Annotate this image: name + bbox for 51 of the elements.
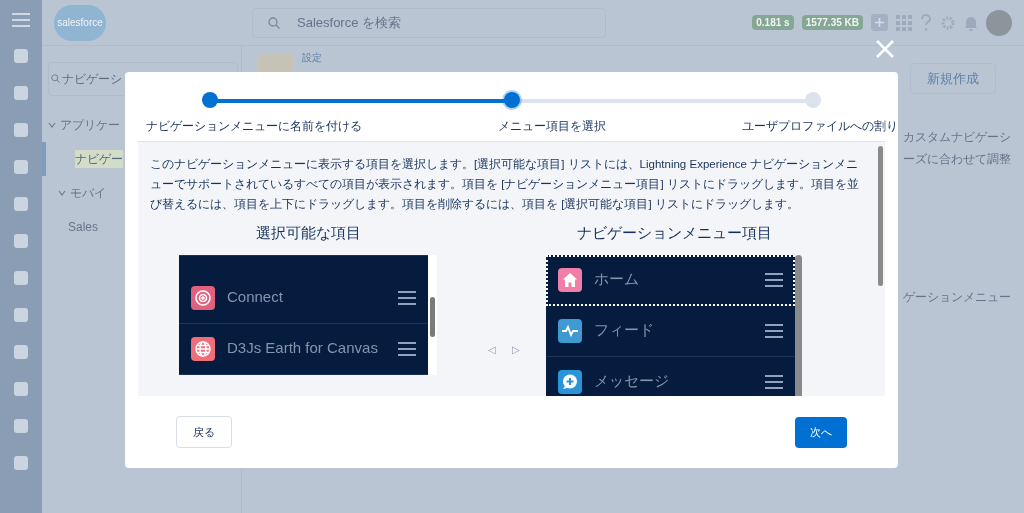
item-label: Connect — [227, 287, 284, 308]
menu-item-row[interactable]: フィード — [546, 305, 795, 357]
item-label: ホーム — [594, 269, 640, 290]
chevron-icon[interactable] — [48, 121, 56, 129]
menu-icon[interactable] — [12, 12, 30, 28]
step-label: ナビゲーションメニューに名前を付ける — [146, 118, 362, 135]
scrollbar-thumb[interactable] — [878, 146, 883, 286]
item-label: メッセージ — [594, 371, 670, 392]
menu-item-row[interactable]: ホーム — [546, 254, 795, 306]
description-text: ゲーションメニュー — [903, 289, 1011, 306]
app-grid-icon[interactable] — [896, 14, 912, 31]
drag-handle-icon[interactable] — [765, 323, 783, 338]
search-field[interactable]: Salesforce を検索 — [252, 7, 606, 38]
menu-item-row[interactable]: メッセージ — [546, 356, 795, 396]
instructions-text: このナビゲーションメニューに表示する項目を選択します。[選択可能な項目] リストには、Lightning Experience ナビゲーションメニューでサポートされているすべての項目が表示されます。項目を [ナビゲーションメニュー項目] リストにドラッグします。項目を並び替えるには、項目を上下にドラッグします。項目を削除するには、項目を [選択可能な項目] リストにドラッグします。 — [149, 157, 860, 213]
tree-item[interactable]: モバイ — [70, 184, 106, 202]
item-label: フィード — [594, 320, 655, 341]
list-heading: 選択可能な項目 — [255, 223, 361, 243]
menu-item-row[interactable]: Connect — [179, 272, 428, 324]
tree-item[interactable]: ナビゲー — [75, 150, 123, 168]
new-button[interactable]: 新規作成 — [910, 63, 996, 94]
logo-text: salesforce — [57, 16, 103, 30]
breadcrumb[interactable]: 設定 — [302, 50, 322, 65]
drag-handle-icon[interactable] — [765, 374, 783, 389]
step-label: メニュー項目を選択 — [498, 118, 606, 135]
description-text: ーズに合わせて調整 — [903, 151, 1011, 168]
search-icon — [268, 16, 280, 29]
add-icon[interactable] — [871, 14, 888, 31]
search-icon — [51, 74, 60, 83]
drag-handle-icon[interactable] — [398, 290, 416, 305]
close-icon[interactable] — [876, 40, 894, 58]
avatar[interactable] — [986, 9, 1012, 36]
menu-item-row[interactable]: D3Js Earth for Canvas — [179, 323, 428, 375]
bell-icon[interactable] — [964, 14, 978, 31]
perf-badge: 1577.35 KB — [801, 15, 863, 30]
chevron-icon[interactable] — [58, 189, 66, 197]
scrollbar-thumb[interactable] — [430, 296, 435, 337]
tree-item[interactable]: アプリケー — [60, 116, 120, 134]
step-label: ユーザプロファイルへの割り — [742, 118, 898, 135]
setup-icon-tile — [258, 54, 294, 72]
perf-badge: 0.181 s — [752, 15, 794, 30]
next-button[interactable]: 次へ — [795, 416, 847, 448]
drag-handle-icon[interactable] — [398, 341, 416, 356]
scrollbar-thumb[interactable] — [795, 254, 802, 396]
back-button[interactable]: 戻る — [176, 416, 232, 448]
description-text: カスタムナビゲーシ — [903, 129, 1011, 146]
drag-handle-icon[interactable] — [765, 272, 783, 287]
item-label: D3Js Earth for Canvas — [227, 338, 379, 359]
help-icon[interactable] — [920, 13, 932, 32]
tree-item[interactable]: Sales — [68, 218, 99, 236]
list-heading: ナビゲーションメニュー項目 — [576, 223, 772, 243]
